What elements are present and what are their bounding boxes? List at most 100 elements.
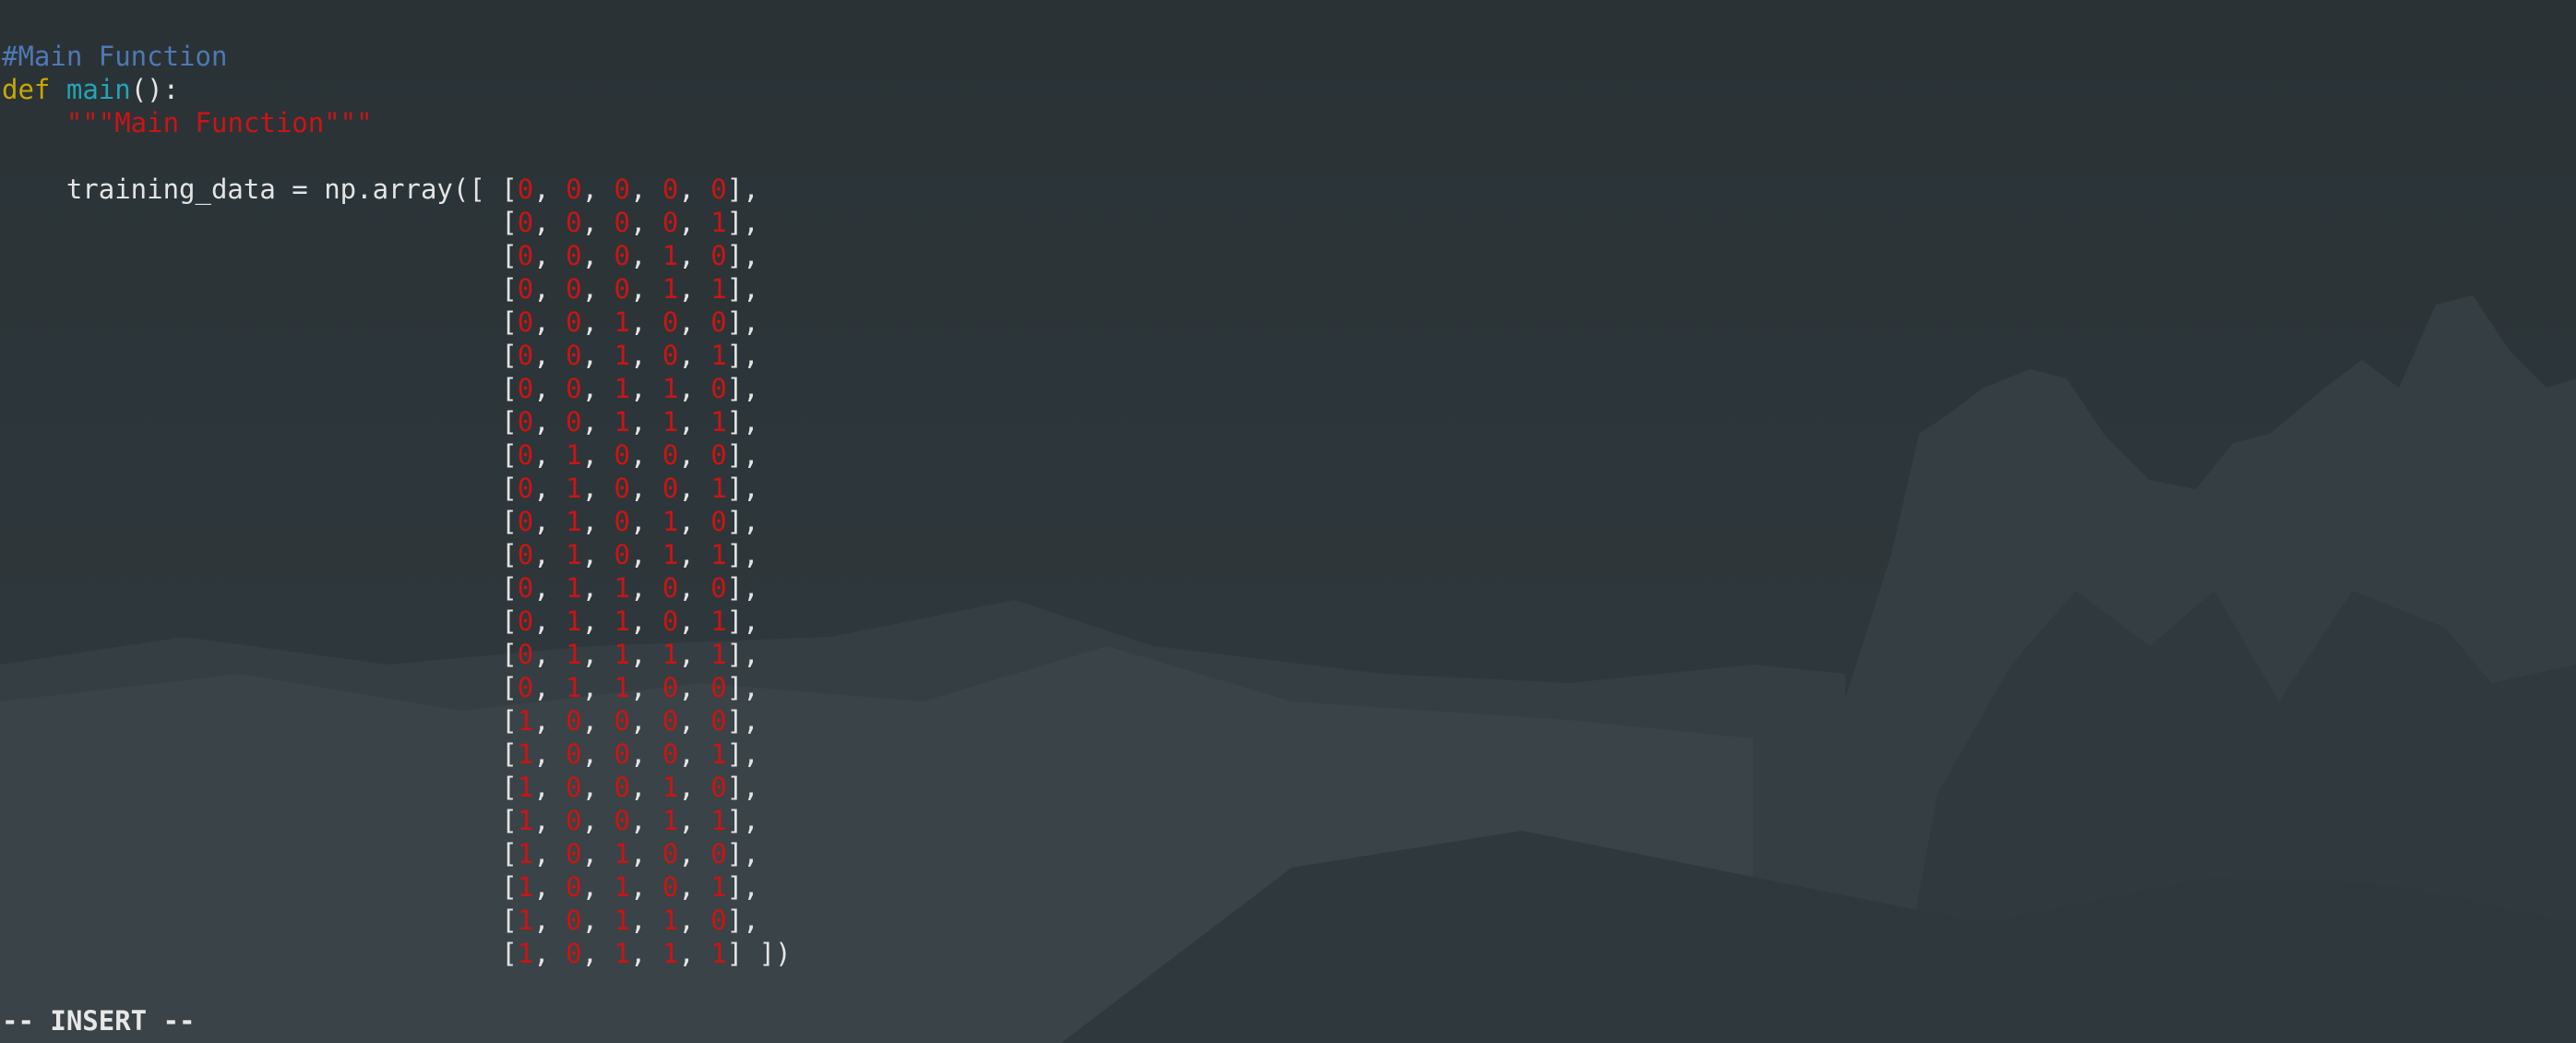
- array-value: 0: [710, 905, 727, 936]
- array-value: 0: [566, 772, 582, 803]
- array-value: 1: [517, 705, 534, 737]
- array-value: 0: [710, 672, 727, 703]
- array-value: 0: [614, 772, 630, 803]
- array-value: 1: [662, 240, 679, 271]
- array-value: 1: [710, 938, 727, 969]
- value-separator: ,: [533, 605, 566, 637]
- array-row: [0, 1, 0, 1, 0],: [2, 505, 759, 538]
- array-value: 1: [614, 938, 630, 969]
- row-indent: [2, 672, 501, 703]
- array-value: 0: [662, 340, 679, 371]
- value-separator: ,: [629, 240, 662, 271]
- array-value: 1: [710, 605, 727, 637]
- value-separator: ,: [629, 340, 662, 371]
- row-indent: [2, 273, 501, 305]
- close-bracket: ],: [726, 240, 759, 271]
- value-separator: ,: [533, 639, 566, 670]
- value-separator: ,: [678, 340, 711, 371]
- value-separator: ,: [533, 306, 566, 338]
- row-indent: [2, 240, 501, 271]
- row-indent: [2, 306, 501, 338]
- open-bracket: [: [501, 705, 518, 737]
- value-separator: ,: [581, 772, 614, 803]
- array-row: [1, 0, 1, 0, 0],: [2, 837, 758, 870]
- value-separator: ,: [678, 871, 711, 903]
- close-bracket: ],: [726, 506, 759, 537]
- value-separator: ,: [629, 871, 662, 903]
- array-value: 0: [566, 207, 582, 238]
- close-bracket: ],: [726, 605, 759, 637]
- array-value: 1: [517, 805, 534, 836]
- value-separator: ,: [581, 938, 614, 969]
- array-value: 0: [710, 572, 727, 604]
- array-value: 0: [517, 406, 534, 438]
- array-value: 1: [517, 871, 534, 903]
- close-bracket: ],: [726, 406, 759, 438]
- open-bracket: [: [501, 772, 518, 803]
- value-separator: ,: [629, 207, 662, 238]
- value-separator: ,: [581, 340, 614, 371]
- value-separator: ,: [678, 672, 711, 703]
- value-separator: ,: [533, 373, 566, 404]
- array-value: 0: [614, 506, 630, 537]
- array-value: 0: [662, 572, 679, 604]
- open-bracket: [: [501, 473, 518, 504]
- value-separator: ,: [533, 439, 566, 471]
- array-value: 0: [517, 273, 534, 305]
- vim-editor[interactable]: #Main Function def main(): """Main Funct…: [0, 0, 2576, 1043]
- value-separator: ,: [678, 639, 711, 670]
- array-value: 0: [517, 240, 534, 271]
- array-value: 0: [710, 772, 727, 803]
- value-separator: ,: [678, 938, 711, 969]
- array-value: 1: [517, 738, 534, 770]
- close-bracket: ],: [726, 539, 759, 570]
- value-separator: ,: [533, 805, 566, 836]
- value-separator: ,: [678, 306, 711, 338]
- close-bracket: ],: [726, 439, 759, 471]
- array-value: 0: [517, 639, 534, 670]
- array-value: 0: [566, 240, 582, 271]
- open-bracket: [: [501, 605, 518, 637]
- row-indent: [2, 539, 501, 570]
- value-separator: ,: [629, 938, 662, 969]
- array-value: 0: [614, 174, 630, 205]
- array-value: 0: [710, 373, 727, 404]
- array-value: 1: [614, 838, 630, 869]
- row-indent: [2, 605, 501, 637]
- value-separator: ,: [629, 439, 662, 471]
- open-bracket: [: [501, 539, 518, 570]
- value-separator: ,: [533, 772, 566, 803]
- array-row: [0, 1, 0, 1, 1],: [2, 538, 759, 571]
- array-row: [0, 0, 0, 0, 1],: [2, 206, 758, 239]
- array-value: 1: [662, 406, 679, 438]
- array-value: 0: [517, 605, 534, 637]
- row-indent: [2, 473, 501, 504]
- array-value: 1: [566, 539, 582, 570]
- value-separator: ,: [533, 207, 566, 238]
- value-separator: ,: [581, 473, 614, 504]
- open-bracket: [: [501, 905, 518, 936]
- array-value: 1: [710, 340, 727, 371]
- open-bracket: [: [501, 805, 518, 836]
- open-bracket: [: [501, 506, 518, 537]
- value-separator: ,: [533, 240, 566, 271]
- close-bracket: ] ]): [726, 938, 792, 969]
- array-value: 0: [614, 738, 630, 770]
- value-separator: ,: [629, 506, 662, 537]
- array-value: 0: [566, 340, 582, 371]
- array-row: [1, 0, 1, 1, 0],: [2, 904, 758, 937]
- open-bracket: [: [501, 406, 518, 438]
- array-value: 1: [614, 605, 630, 637]
- docstring-text: """Main Function""": [66, 107, 373, 138]
- array-value: 1: [662, 506, 679, 537]
- open-bracket: [: [501, 306, 518, 338]
- open-bracket: [: [501, 871, 518, 903]
- value-separator: ,: [629, 705, 662, 737]
- value-separator: ,: [533, 406, 566, 438]
- value-separator: ,: [581, 207, 614, 238]
- array-value: 0: [517, 174, 534, 205]
- value-separator: ,: [533, 473, 566, 504]
- value-separator: ,: [629, 373, 662, 404]
- open-bracket: [: [501, 240, 518, 271]
- close-bracket: ],: [726, 805, 759, 836]
